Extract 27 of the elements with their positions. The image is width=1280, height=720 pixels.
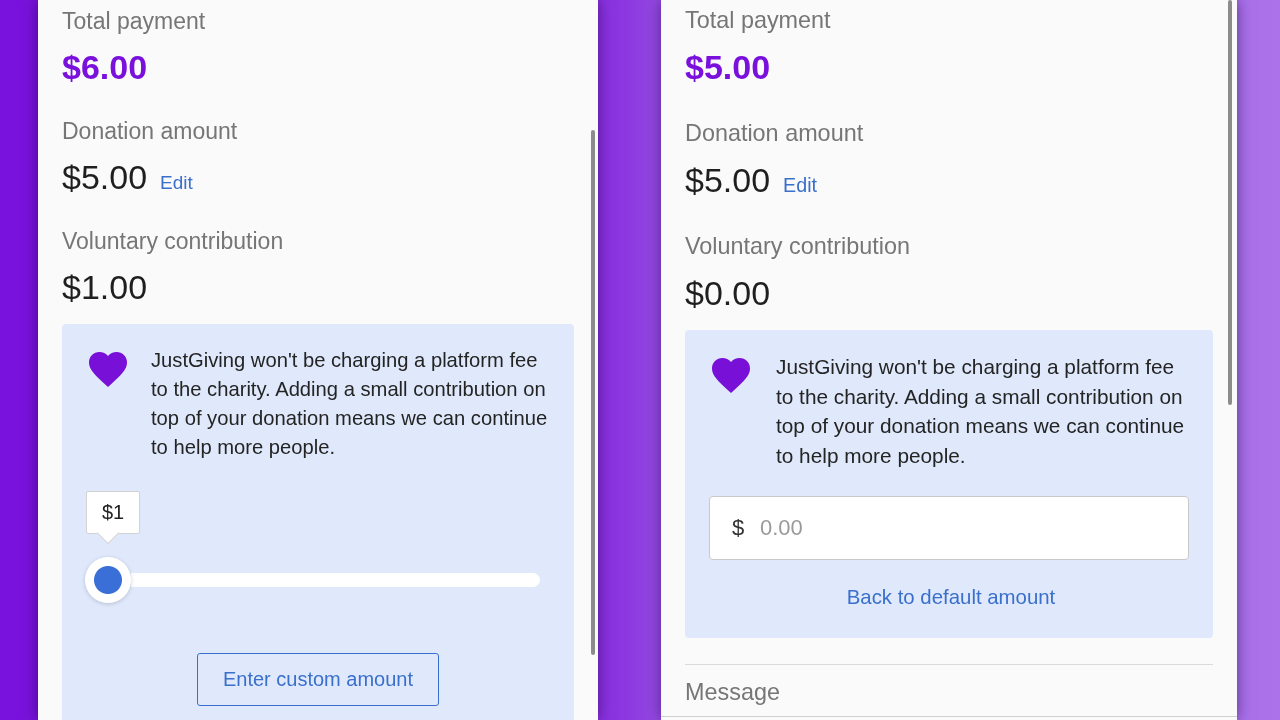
slider-track[interactable] — [131, 573, 540, 587]
edit-link[interactable]: Edit — [160, 172, 193, 194]
field-label: Voluntary contribution — [685, 232, 910, 260]
field-label: Donation amount — [685, 119, 864, 147]
scrollbar-thumb[interactable] — [591, 130, 595, 655]
amount-value: $1.00 — [62, 267, 148, 307]
default-amount-link[interactable]: Back to default amount — [846, 586, 1056, 608]
info-text: JustGiving won't be charging a platform fee to the charity. Adding a small contribution on top of your donation means we can continue to help more people. — [151, 348, 549, 460]
amount-value: $5.00 — [685, 160, 771, 200]
amount-value: $0.00 — [685, 273, 771, 313]
total-amount: $5.00 — [685, 47, 771, 87]
field-label: Voluntary contribution — [62, 227, 284, 255]
field-label: Message — [685, 678, 780, 706]
value-tooltip: $1 — [86, 491, 140, 547]
custom-amount-button[interactable]: Enter custom amount — [197, 653, 439, 706]
heart-icon — [89, 352, 127, 387]
amount-value: $5.00 — [62, 157, 148, 197]
currency-symbol: $ — [732, 515, 745, 541]
heart-icon — [712, 358, 750, 393]
edit-link[interactable]: Edit — [783, 174, 818, 197]
field-label: Total payment — [62, 7, 206, 35]
field-label: Donation amount — [62, 117, 238, 145]
scrollbar-thumb[interactable] — [1228, 0, 1232, 405]
total-amount: $6.00 — [62, 47, 148, 87]
field-label: Total payment — [685, 6, 831, 34]
info-text: JustGiving won't be charging a platform fee to the charity. Adding a small contribution on top of your donation means we can continue to help more people. — [776, 354, 1186, 469]
slider-thumb[interactable] — [85, 557, 131, 603]
